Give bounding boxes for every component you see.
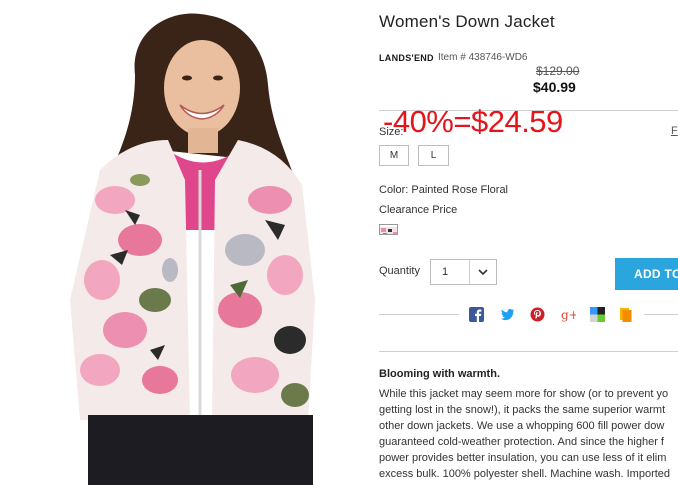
pinterest-icon[interactable]: [530, 307, 545, 322]
select-divider: [469, 260, 470, 284]
share-divider-right: [644, 314, 678, 315]
chevron-down-icon: [478, 269, 488, 276]
description-line: other down jackets. We use a whopping 60…: [379, 420, 665, 432]
divider: [379, 351, 678, 352]
share-divider-left: [379, 314, 459, 315]
description-line: guaranteed cold-weather protection. And …: [379, 436, 664, 448]
color-swatch[interactable]: [379, 224, 398, 235]
description-line: power provides better insulation, you ca…: [379, 452, 667, 464]
description-heading: Blooming with warmth.: [379, 368, 500, 380]
size-button-l[interactable]: L: [418, 145, 449, 166]
brand-logo: LANDS'END: [379, 53, 434, 63]
facebook-icon[interactable]: [469, 307, 484, 322]
description-body: While this jacket may seem more for show…: [379, 386, 678, 482]
product-title: Women's Down Jacket: [379, 12, 555, 31]
color-label: Color: Painted Rose Floral: [379, 184, 509, 196]
size-button-m[interactable]: M: [379, 145, 409, 166]
add-to-bag-button[interactable]: ADD TO: [615, 258, 678, 290]
discount-overlay: -40%=$24.59: [383, 104, 563, 139]
original-price: $129.00: [536, 64, 580, 78]
sale-price: $40.99: [533, 79, 576, 95]
product-photo: [40, 0, 330, 485]
description-line: excess bulk. 100% polyester shell. Machi…: [379, 468, 671, 480]
description-line: getting lost in the snow!), it packs the…: [379, 404, 666, 416]
twitter-icon[interactable]: [500, 307, 515, 322]
size-guide-link[interactable]: F: [671, 125, 678, 137]
item-number: Item # 438746-WD6: [438, 52, 528, 63]
quantity-value: 1: [442, 266, 449, 278]
quantity-select[interactable]: 1: [430, 259, 497, 285]
clearance-price-label: Clearance Price: [379, 204, 458, 216]
svg-text:g+: g+: [561, 308, 576, 322]
share-bookmark-icon[interactable]: [618, 307, 633, 322]
quantity-label: Quantity: [379, 265, 420, 277]
size-label: Size:: [379, 126, 404, 138]
description-line: While this jacket may seem more for show…: [379, 388, 669, 400]
delicious-icon[interactable]: [590, 307, 605, 322]
google-plus-icon[interactable]: g+: [561, 307, 576, 322]
